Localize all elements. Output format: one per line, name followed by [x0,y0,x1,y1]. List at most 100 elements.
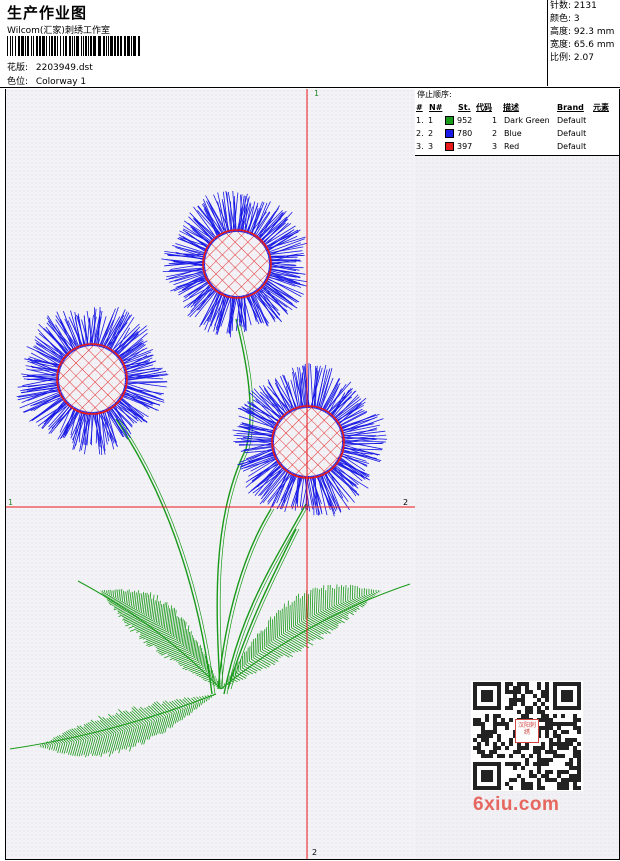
qr-module [565,762,569,766]
leaf-stitch [293,600,295,627]
leaf-stitch [249,646,251,662]
qr-module [573,722,577,726]
qr-module [493,718,497,722]
qr-module [513,766,517,770]
leaf-stitch [265,627,268,647]
qr-module [545,730,549,734]
qr-module [525,782,529,786]
qr-module [573,774,577,778]
qr-module [501,754,505,758]
qr-module [537,706,541,710]
qr-module [513,698,517,702]
qr-module [509,762,513,766]
leaf-stitch [285,606,287,632]
qr-module [553,754,557,758]
qr-module [533,762,537,766]
qr-module [549,746,553,750]
barcode-bar [7,36,8,56]
qr-module [561,754,565,758]
qr-module [481,738,485,742]
leaf-stitch [41,744,44,747]
leaf-stitch [79,725,94,739]
qr-module [513,690,517,694]
qr-module [561,730,565,734]
leaf-stitch [241,655,244,668]
barcode-bar [46,36,47,56]
qr-module [525,682,529,686]
qr-module [533,774,537,778]
barcode-bar [76,36,79,56]
leaf-stitch [129,592,132,606]
qr-module [477,722,481,726]
leaf-stitch [81,739,87,756]
qr-module [537,746,541,750]
stat-label: 颜色: [550,14,572,24]
qr-module [545,758,549,762]
qr-module [525,710,529,714]
barcode-bar [27,36,29,56]
barcode-bar [127,36,130,56]
barcode-bar [85,36,87,56]
qr-module [553,722,557,726]
qr-module [525,762,529,766]
qr-module [489,754,493,758]
qr-module [569,762,573,766]
barcode-bar [25,36,26,56]
leaf-stitch [123,591,126,603]
leaf-stitch [48,744,51,751]
stem [216,318,251,690]
row-stitches: 952 [457,116,473,125]
qr-module [509,706,513,710]
col-stitches: St. [458,103,471,112]
qr-module [477,742,481,746]
header-divider [0,87,620,88]
qr-module [485,738,489,742]
table-header: # N# St. 代码 描述 Brand 元素 [415,101,619,114]
leaf-stitch [277,609,279,638]
qr-module [545,770,549,774]
qr-module [481,726,485,730]
leaf-stitch [347,587,349,601]
leaf-stitch [72,741,78,756]
qr-module [493,722,497,726]
qr-module [489,734,493,738]
qr-module [569,766,573,770]
leaf-stitch [345,585,347,602]
col-code: 代码 [476,103,492,112]
barcode-bar [88,36,89,56]
qr-module [577,762,581,766]
qr-module [477,746,481,750]
qr-module [477,734,481,738]
qr-module [537,686,541,690]
leaf-stitch [327,585,329,609]
leaf-stitch [181,707,186,721]
leaf-stitch [76,740,82,757]
qr-module [541,758,545,762]
barcode-bar [138,36,140,56]
leaf-stitch [177,709,182,723]
qr-module [541,718,545,722]
qr-module [529,710,533,714]
leaf-stitch [331,587,333,607]
leaf-stitch [349,584,351,600]
stat-width: 宽度: 65.6 mm [548,39,620,52]
stat-label: 高度: [550,27,572,37]
barcode-bar [90,36,92,56]
qr-code: 汉阳刺绣 [471,681,583,791]
qr-module [565,730,569,734]
site-watermark: 6xiu.com [473,794,560,815]
leaf-stitch [85,723,101,738]
barcode-bar [36,36,38,56]
qr-module [517,690,521,694]
qr-module [509,786,513,790]
qr-module [509,754,513,758]
barcode-bar [108,36,109,56]
qr-module [521,766,525,770]
qr-module [545,690,549,694]
qr-module [541,786,545,790]
qr-module [477,718,481,722]
qr-module [565,770,569,774]
barcode-bar [57,36,58,56]
qr-module [509,682,513,686]
barcode [7,36,140,56]
